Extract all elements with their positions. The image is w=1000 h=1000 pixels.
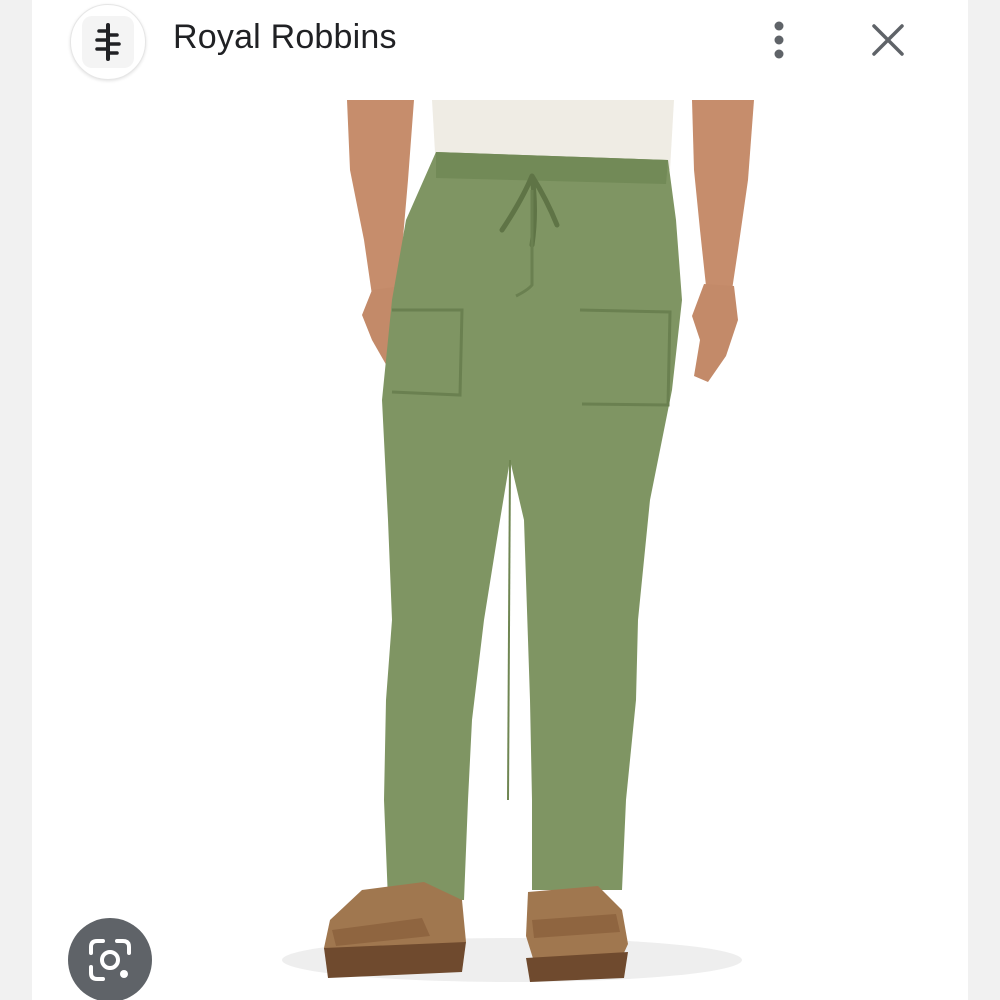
right-hand — [692, 284, 738, 382]
right-arm — [692, 100, 754, 290]
product-image[interactable] — [32, 100, 968, 1000]
tree-logo-icon — [95, 23, 121, 61]
google-lens-button[interactable] — [68, 918, 152, 1000]
site-logo[interactable] — [70, 4, 146, 80]
more-options-button[interactable] — [762, 16, 796, 64]
image-viewer-sheet: Royal Robbins — [32, 0, 968, 1000]
site-name[interactable]: Royal Robbins — [173, 18, 397, 57]
google-lens-icon — [89, 939, 131, 981]
logo-badge — [82, 16, 134, 68]
close-button[interactable] — [866, 18, 910, 62]
viewer-header: Royal Robbins — [32, 0, 968, 84]
product-photo — [282, 100, 754, 982]
more-vert-icon — [774, 21, 784, 59]
close-icon — [872, 24, 904, 56]
